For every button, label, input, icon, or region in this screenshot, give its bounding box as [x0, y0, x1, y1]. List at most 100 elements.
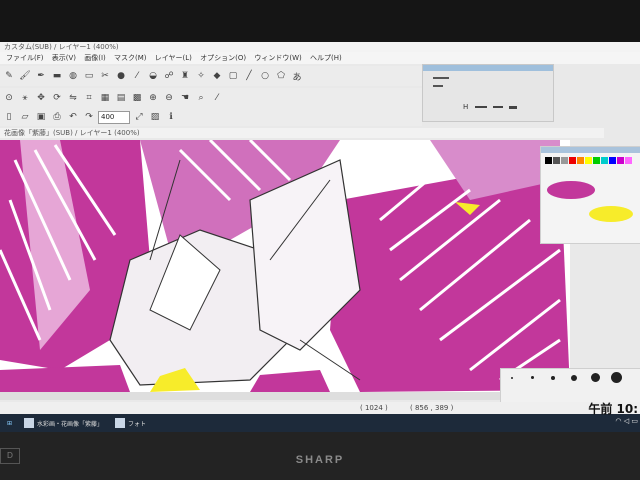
zoom-field[interactable]: 400 [98, 110, 130, 124]
hand-icon[interactable]: ☚ [178, 91, 192, 105]
line-preview [433, 85, 443, 87]
menu-image[interactable]: 画像(I) [84, 52, 106, 64]
status-coords: ( 1024 ) [360, 404, 388, 412]
color-swatch[interactable] [561, 157, 568, 164]
main-toolbar: ✎ 🖌 ✒ ▬ ◍ ▭ ✂ ● ⁄ ◒ ☍ ♜ ✧ ◆ ▢ ╱ ○ ⬠ あ [0, 66, 422, 86]
zoom-in-icon[interactable]: ⊕ [146, 91, 160, 105]
stamp-icon[interactable]: ♜ [178, 69, 192, 83]
photo-icon [115, 418, 126, 428]
open-icon[interactable]: ▱ [18, 110, 32, 124]
scissors-icon[interactable]: ✂ [98, 69, 112, 83]
menu-options[interactable]: オプション(O) [200, 52, 246, 64]
menu-layer[interactable]: レイヤー(L) [155, 52, 192, 64]
volume-icon[interactable]: ◁ [624, 417, 629, 425]
color-swatch[interactable] [577, 157, 584, 164]
line-preview [433, 77, 449, 79]
battery-icon[interactable]: ▭ [631, 417, 638, 425]
palette-header[interactable] [541, 147, 640, 153]
menu-view[interactable]: 表示(V) [52, 52, 76, 64]
panel-label: H [463, 103, 469, 111]
menu-bar: ファイル(F) 表示(V) 画像(I) マスク(M) レイヤー(L) オプション… [0, 52, 640, 64]
drawing-canvas[interactable] [0, 140, 570, 392]
menu-help[interactable]: ヘルプ(H) [310, 52, 342, 64]
brush-size-option[interactable] [551, 376, 555, 380]
color-swatch[interactable] [553, 157, 560, 164]
color-swatch[interactable] [545, 157, 552, 164]
bucket-icon[interactable]: ◒ [146, 69, 160, 83]
menu-mask[interactable]: マスク(M) [114, 52, 147, 64]
circle-icon[interactable]: ○ [258, 69, 272, 83]
options-toolbar: ▯ ▱ ▣ ⎙ ↶ ↷ 400 ⤢ ▨ ℹ [0, 108, 422, 126]
print-icon[interactable]: ⎙ [50, 110, 64, 124]
color-swatch[interactable] [609, 157, 616, 164]
slider-mark[interactable] [492, 106, 503, 108]
taskbar-item[interactable]: 水彩画・花画像「紫藤」 [21, 417, 106, 429]
wifi-icon[interactable]: ◠ [615, 417, 621, 425]
flip-icon[interactable]: ⇋ [66, 91, 80, 105]
info-icon[interactable]: ℹ [164, 110, 178, 124]
start-icon[interactable]: ⊞ [4, 417, 15, 429]
polygon-icon[interactable]: ⬠ [274, 69, 288, 83]
taskbar: ⊞ 水彩画・花画像「紫藤」 フォト ◠ ◁ ▭ [0, 414, 640, 432]
slider-mark[interactable] [508, 105, 517, 109]
system-tray: ◠ ◁ ▭ [615, 417, 638, 425]
blur-icon[interactable]: ✧ [194, 69, 208, 83]
filter-icon[interactable]: ▦ [98, 91, 112, 105]
new-icon[interactable]: ▯ [2, 110, 16, 124]
brush-size-option[interactable] [511, 377, 513, 379]
panel-controls: H [463, 103, 517, 111]
pipette-icon[interactable]: ⁄ [210, 91, 224, 105]
color-swatch[interactable] [569, 157, 576, 164]
flower-artwork [0, 140, 570, 392]
horizontal-scrollbar[interactable] [0, 392, 570, 400]
window-title: カスタム(SUB) / レイヤー1 (400%) [0, 42, 640, 52]
brush-icon[interactable]: 🖌 [18, 69, 32, 83]
color-swatches [545, 157, 637, 164]
color-swatch[interactable] [601, 157, 608, 164]
search-icon[interactable]: ⌕ [194, 91, 208, 105]
monitor-bezel-top [0, 0, 640, 42]
line-icon[interactable]: ╱ [242, 69, 256, 83]
smudge-icon[interactable]: ☍ [162, 69, 176, 83]
pen-icon[interactable]: ✒ [34, 69, 48, 83]
dropper-icon[interactable]: ⁄ [130, 69, 144, 83]
pencil-icon[interactable]: ✎ [2, 69, 16, 83]
text-icon[interactable]: あ [290, 69, 304, 83]
fit-icon[interactable]: ⤢ [132, 110, 146, 124]
redo-icon[interactable]: ↷ [82, 110, 96, 124]
grid-icon[interactable]: ▩ [130, 91, 144, 105]
color-swatch[interactable] [593, 157, 600, 164]
rect-select-icon[interactable]: ▢ [226, 69, 240, 83]
rotate-icon[interactable]: ⟳ [50, 91, 64, 105]
color-swatch[interactable] [625, 157, 632, 164]
magic-wand-icon[interactable]: ⚹ [18, 91, 32, 105]
dot-icon[interactable]: ● [114, 69, 128, 83]
crop-icon[interactable]: ⌗ [82, 91, 96, 105]
lasso-icon[interactable]: ⊙ [2, 91, 16, 105]
airbrush-icon[interactable]: ◍ [66, 69, 80, 83]
layer-icon[interactable]: ▤ [114, 91, 128, 105]
brush-size-option[interactable] [571, 375, 577, 381]
move-icon[interactable]: ✥ [34, 91, 48, 105]
color-icon[interactable]: ◆ [210, 69, 224, 83]
marker-icon[interactable]: ▬ [50, 69, 64, 83]
eraser-icon[interactable]: ▭ [82, 69, 96, 83]
menu-file[interactable]: ファイル(F) [6, 52, 44, 64]
slider-mark[interactable] [474, 106, 487, 108]
status-bar: ( 1024 ) ( 856 , 389 ) [0, 402, 640, 414]
brush-size-option[interactable] [611, 372, 622, 383]
brush-size-option[interactable] [591, 373, 600, 382]
color-swatch[interactable] [617, 157, 624, 164]
brush-size-option[interactable] [531, 376, 534, 379]
image-icon[interactable]: ▨ [148, 110, 162, 124]
undo-icon[interactable]: ↶ [66, 110, 80, 124]
color-swatch[interactable] [585, 157, 592, 164]
bezel-label: D [0, 448, 20, 464]
save-icon[interactable]: ▣ [34, 110, 48, 124]
app-icon [24, 418, 35, 428]
taskbar-item[interactable]: フォト [112, 417, 149, 429]
clock[interactable]: 午前 10: [588, 400, 638, 417]
zoom-out-icon[interactable]: ⊖ [162, 91, 176, 105]
menu-window[interactable]: ウィンドウ(W) [254, 52, 301, 64]
panel-header[interactable] [423, 65, 553, 71]
